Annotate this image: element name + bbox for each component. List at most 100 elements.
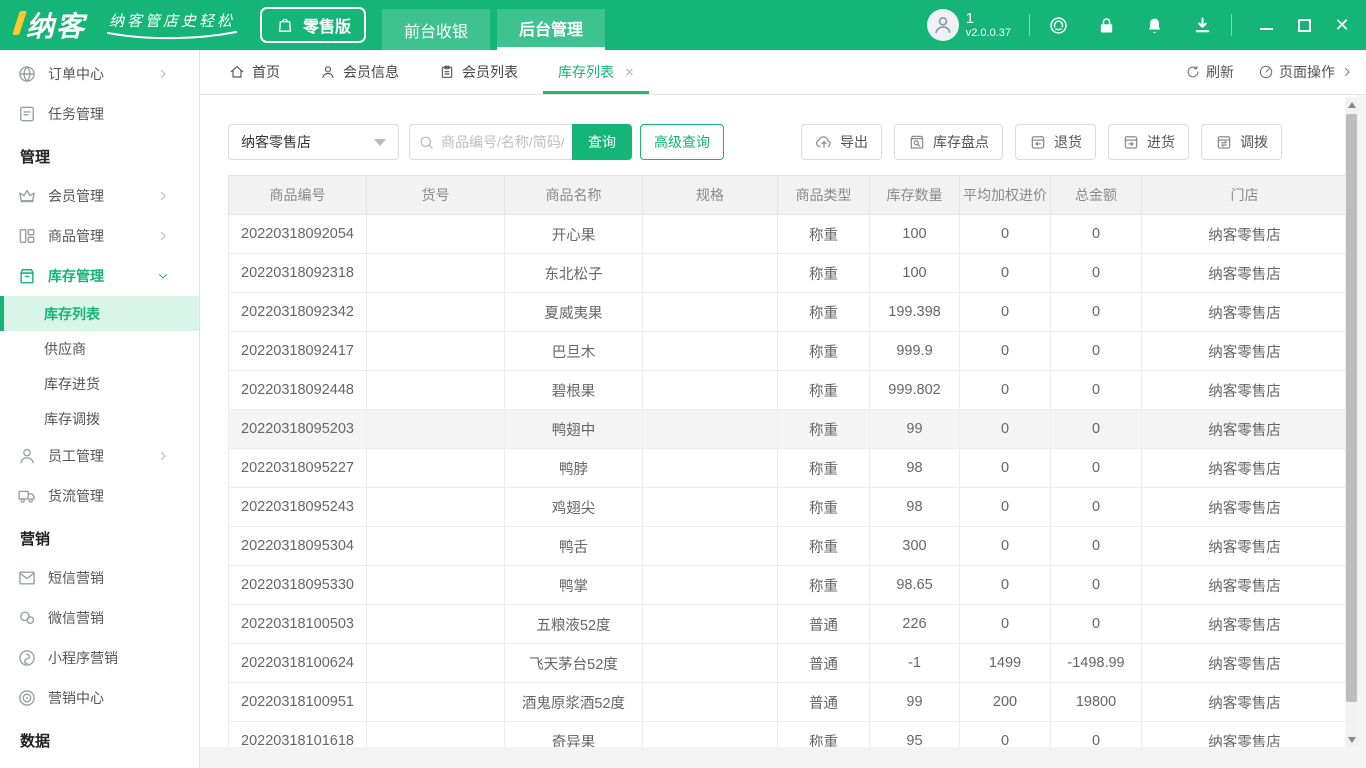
sidebar-item-inventory-transfer[interactable]: 库存调拨 [0, 401, 199, 436]
scroll-up-button[interactable] [1345, 97, 1358, 112]
tab-member-list[interactable]: 会员列表 [424, 50, 533, 94]
sidebar-item-miniprogram-marketing[interactable]: 小程序营销 [0, 638, 199, 678]
table-row[interactable]: 20220318095304 鸭舌 称重 300 0 0 纳客零售店 [228, 526, 1347, 566]
table-row[interactable]: 20220318092054 开心果 称重 100 0 0 纳客零售店 [228, 214, 1347, 254]
table-row[interactable]: 20220318095227 鸭脖 称重 98 0 0 纳客零售店 [228, 448, 1347, 488]
table-cell: 酒鬼原浆酒52度 [504, 682, 643, 722]
table-row[interactable]: 20220318101618 奇异果 称重 95 0 0 纳客零售店 [228, 721, 1347, 747]
top-nav-front-cashier[interactable]: 前台收银 [382, 9, 491, 50]
scrollbar-thumb[interactable] [1346, 114, 1357, 702]
inventory-table: 商品编号 货号 商品名称 规格 商品类型 库存数量 平均加权进价 总金额 门店 202203180… [228, 175, 1347, 747]
crown-icon [17, 186, 37, 206]
table-cell [366, 214, 505, 254]
sidebar-item-inventory-management[interactable]: 库存管理 [0, 256, 199, 296]
table-cell: 称重 [777, 487, 870, 527]
sidebar-item-product-management[interactable]: 商品管理 [0, 216, 199, 256]
tab-member-info[interactable]: 会员信息 [305, 50, 414, 94]
table-cell: 纳客零售店 [1141, 721, 1347, 747]
edition-badge[interactable]: 零售版 [260, 7, 367, 43]
sidebar-item-logistics-management[interactable]: 货流管理 [0, 476, 199, 516]
user-number: 1 [965, 10, 975, 28]
table-row[interactable]: 20220318095330 鸭掌 称重 98.65 0 0 纳客零售店 [228, 565, 1347, 605]
logo: 纳客 [16, 5, 86, 45]
sidebar-item-supplier[interactable]: 供应商 [0, 331, 199, 366]
table-row[interactable]: 20220318092417 巴旦木 称重 999.9 0 0 纳客零售店 [228, 331, 1347, 371]
table-row[interactable]: 20220318095243 鸡翅尖 称重 98 0 0 纳客零售店 [228, 487, 1347, 527]
tab-label: 库存列表 [558, 64, 614, 80]
tabbar-actions: 刷新 页面操作 [1185, 50, 1354, 94]
table-row[interactable]: 20220318095203 鸭翅中 称重 99 0 0 纳客零售店 [228, 409, 1347, 449]
sidebar-item-marketing-center[interactable]: 营销中心 [0, 678, 199, 718]
return-goods-button[interactable]: 退货 [1015, 124, 1096, 160]
table-cell: 鸡翅尖 [504, 487, 643, 527]
purchase-label: 进货 [1147, 134, 1175, 150]
sidebar-item-order-center[interactable]: 订单中心 [0, 54, 199, 94]
sidebar-item-inventory-purchase[interactable]: 库存进货 [0, 366, 199, 401]
bell-icon[interactable] [1144, 15, 1165, 36]
transfer-button[interactable]: 调拨 [1201, 124, 1282, 160]
table-cell: 纳客零售店 [1141, 682, 1347, 722]
table-row[interactable]: 20220318092342 夏威夷果 称重 199.398 0 0 纳客零售店 [228, 292, 1347, 332]
advanced-search-button[interactable]: 高级查询 [640, 124, 724, 160]
lock-icon[interactable] [1096, 15, 1117, 36]
table-cell: 100 [869, 214, 960, 254]
avatar[interactable] [926, 9, 959, 41]
inventory-table-wrap: 商品编号 货号 商品名称 规格 商品类型 库存数量 平均加权进价 总金额 门店 202203180… [228, 175, 1347, 747]
toolbar: 纳客零售店 查询 高级查询 导出 库存盘点 退货 进货 调拨 [228, 124, 1282, 160]
scroll-down-button[interactable] [1345, 732, 1358, 747]
sidebar-item-member-management[interactable]: 会员管理 [0, 176, 199, 216]
maximize-button[interactable] [1288, 9, 1320, 41]
search-input[interactable] [441, 134, 564, 150]
store-select[interactable]: 纳客零售店 [228, 124, 399, 160]
tab-home[interactable]: 首页 [214, 50, 295, 94]
table-cell: 226 [869, 604, 960, 644]
refresh-button[interactable]: 刷新 [1185, 62, 1234, 82]
table-row[interactable]: 20220318100951 酒鬼原浆酒52度 普通 99 200 19800 纳客零售店 [228, 682, 1347, 722]
table-row[interactable]: 20220318100503 五粮液52度 普通 226 0 0 纳客零售店 [228, 604, 1347, 644]
table-cell: 称重 [777, 331, 870, 371]
chevron-right-icon [153, 64, 173, 84]
table-cell: 20220318092342 [228, 292, 367, 332]
table-cell: 0 [959, 370, 1051, 410]
export-icon [815, 133, 833, 151]
sidebar: 订单中心 任务管理 管理 会员管理 商品管理 库存管理 库存列表 供应商 库存进货 库存调拨 员工管… [0, 50, 200, 768]
sidebar-item-staff-management[interactable]: 员工管理 [0, 436, 199, 476]
page-operations-button[interactable]: 页面操作 [1258, 62, 1354, 82]
task-icon [17, 104, 37, 124]
chevron-down-icon [374, 138, 386, 146]
sidebar-item-sms-marketing[interactable]: 短信营销 [0, 558, 199, 598]
top-nav-backend-manage[interactable]: 后台管理 [497, 9, 606, 50]
close-button[interactable]: ✕ [1326, 9, 1358, 41]
scrollbar[interactable] [1345, 97, 1358, 747]
tab-inventory-list[interactable]: 库存列表 × [543, 50, 649, 94]
table-cell: 称重 [777, 292, 870, 332]
sidebar-item-label: 订单中心 [48, 66, 104, 82]
table-cell: 纳客零售店 [1141, 448, 1347, 488]
sidebar-item-statistics-report[interactable]: 统计报表 [0, 760, 199, 768]
purchase-button[interactable]: 进货 [1108, 124, 1189, 160]
sidebar-item-task-management[interactable]: 任务管理 [0, 94, 199, 134]
download-icon[interactable] [1192, 15, 1213, 36]
table-cell: 0 [959, 409, 1051, 449]
sidebar-item-label: 库存管理 [48, 268, 104, 284]
table-cell: 纳客零售店 [1141, 214, 1347, 254]
customer-service-icon[interactable] [1048, 15, 1069, 36]
table-cell: 纳客零售店 [1141, 487, 1347, 527]
stocktake-button[interactable]: 库存盘点 [894, 124, 1003, 160]
table-row[interactable]: 20220318100624 飞天茅台52度 普通 -1 1499 -1498.99 纳客零… [228, 643, 1347, 683]
close-tab-icon[interactable]: × [625, 64, 634, 81]
close-icon: ✕ [1334, 15, 1350, 35]
search-button[interactable]: 查询 [572, 124, 632, 160]
minimize-button[interactable] [1250, 9, 1282, 41]
table-row[interactable]: 20220318092318 东北松子 称重 100 0 0 纳客零售店 [228, 253, 1347, 293]
table-row[interactable]: 20220318092448 碧根果 称重 999.802 0 0 纳客零售店 [228, 370, 1347, 410]
export-button[interactable]: 导出 [801, 124, 882, 160]
globe-icon [17, 64, 37, 84]
table-cell: 20220318095227 [228, 448, 367, 488]
table-cell: 0 [1050, 565, 1142, 605]
sidebar-item-wechat-marketing[interactable]: 微信营销 [0, 598, 199, 638]
table-cell: 称重 [777, 526, 870, 566]
table-cell: 0 [959, 604, 1051, 644]
sidebar-item-inventory-list[interactable]: 库存列表 [0, 296, 199, 331]
table-cell: 鸭掌 [504, 565, 643, 605]
